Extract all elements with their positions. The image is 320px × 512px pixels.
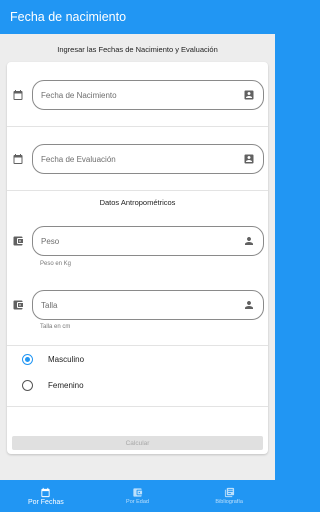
divider <box>7 345 268 346</box>
weight-field[interactable]: Peso <box>32 226 264 256</box>
wallet-icon <box>13 300 23 310</box>
nav-item-bibliografia[interactable]: Bibliografía <box>183 480 275 512</box>
form-card: Fecha de Nacimiento Fecha de Evaluación … <box>7 62 268 454</box>
weight-placeholder: Peso <box>41 236 60 246</box>
radio-button-checked[interactable] <box>22 354 33 365</box>
radio-label: Masculino <box>48 355 85 364</box>
calendar-icon[interactable] <box>12 89 24 101</box>
app-bar: Fecha de nacimiento <box>0 0 275 34</box>
person-icon <box>245 237 253 245</box>
divider <box>7 126 268 127</box>
height-helper: Talla en cm <box>40 324 71 330</box>
weight-helper: Peso en Kg <box>40 261 72 267</box>
height-field[interactable]: Talla <box>32 290 264 320</box>
radio-option-masculino[interactable]: Masculino <box>22 354 84 365</box>
radio-option-femenino[interactable]: Femenino <box>22 380 84 391</box>
library-books-icon <box>224 487 234 498</box>
wallet-icon <box>13 236 23 246</box>
nav-label: Por Edad <box>126 499 149 505</box>
radio-button-unchecked[interactable] <box>22 380 33 391</box>
calendar-icon[interactable] <box>12 153 24 165</box>
contact-card-icon <box>244 154 254 164</box>
main-content: Ingresar las Fechas de Nacimiento y Eval… <box>0 34 275 480</box>
wallet-icon <box>133 488 143 497</box>
bottom-navigation: Por Fechas Por Edad Bibliografía <box>0 480 275 512</box>
calendar-icon <box>41 487 50 497</box>
section-title: Datos Antropométricos <box>99 198 176 207</box>
divider <box>7 190 268 191</box>
page-subtitle: Ingresar las Fechas de Nacimiento y Eval… <box>57 45 218 54</box>
eval-date-placeholder: Fecha de Evaluación <box>41 154 116 164</box>
birth-date-placeholder: Fecha de Nacimiento <box>41 90 117 100</box>
nav-label: Bibliografía <box>215 499 243 505</box>
eval-date-field[interactable]: Fecha de Evaluación <box>32 144 264 174</box>
nav-item-por-fechas[interactable]: Por Fechas <box>0 480 92 512</box>
birth-date-field[interactable]: Fecha de Nacimiento <box>32 80 264 110</box>
radio-label: Femenino <box>48 381 84 390</box>
calculate-button[interactable]: Calcular <box>12 436 263 450</box>
app-title: Fecha de nacimiento <box>10 10 127 24</box>
height-placeholder: Talla <box>41 300 58 310</box>
divider <box>7 406 268 407</box>
nav-item-por-edad[interactable]: Por Edad <box>92 480 184 512</box>
person-icon <box>245 301 253 309</box>
contact-card-icon <box>244 90 254 100</box>
nav-label: Por Fechas <box>27 498 64 506</box>
